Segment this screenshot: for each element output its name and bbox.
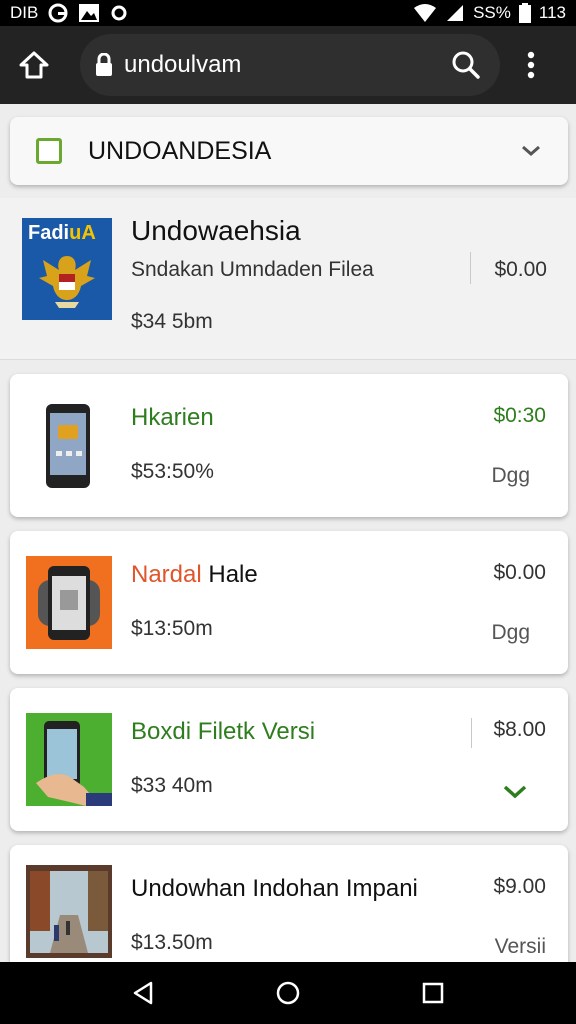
overflow-menu-button[interactable]: [518, 43, 544, 87]
featured-divider: [470, 252, 471, 284]
featured-item[interactable]: FadiuA Undowaehsia Sndakan Umndaden File…: [0, 198, 576, 360]
search-icon: [452, 51, 480, 79]
home-circle-icon: [276, 981, 300, 1005]
lock-icon: [96, 53, 112, 76]
filter-checkbox[interactable]: [36, 138, 62, 164]
recents-button[interactable]: [411, 971, 455, 1015]
home-nav-button[interactable]: [266, 971, 310, 1015]
g-icon: [48, 3, 68, 23]
item-title: Undowhan Indohan Impani: [131, 875, 418, 902]
home-button[interactable]: [12, 43, 56, 87]
item-price: $8.00: [493, 718, 546, 741]
featured-title: Undowaehsia: [131, 215, 301, 246]
more-vert-icon: [527, 51, 535, 79]
url-text: undoulvam: [124, 51, 242, 78]
search-button[interactable]: [446, 45, 486, 85]
wifi-icon: [413, 3, 437, 23]
status-bar: DIB SS% 113: [0, 0, 576, 26]
image-icon: [78, 3, 100, 23]
featured-price: $0.00: [494, 258, 547, 281]
circle-icon: [110, 4, 128, 22]
featured-amount: $34 5bm: [131, 310, 213, 333]
status-left-text: DIB: [10, 3, 39, 22]
item-price: $9.00: [493, 875, 546, 898]
item-extra: Dgg: [491, 621, 530, 644]
featured-logo-text: FadiuA: [28, 222, 96, 245]
featured-logo: FadiuA: [22, 218, 112, 320]
item-title-rest: Hale: [208, 561, 258, 588]
signal-icon: [445, 3, 465, 23]
url-field[interactable]: undoulvam: [80, 34, 500, 96]
list-item[interactable]: Nardal Hale $13:50m $0.00 Dgg: [10, 531, 568, 674]
item-extra: Dgg: [491, 464, 530, 487]
phone-orange-thumbnail: [26, 556, 112, 649]
battery-percent: SS%: [473, 3, 511, 22]
hand-phone-thumbnail: [26, 713, 112, 806]
chevron-down-icon[interactable]: [502, 784, 528, 800]
filter-label: UNDOANDESIA: [88, 136, 272, 165]
garuda-emblem-icon: [39, 256, 95, 308]
back-icon: [133, 981, 152, 1005]
phone-thumbnail: [46, 404, 90, 488]
filter-dropdown[interactable]: UNDOANDESIA: [10, 117, 568, 185]
browser-toolbar: undoulvam: [0, 26, 576, 104]
home-icon: [19, 51, 49, 79]
system-nav-bar: [0, 962, 576, 1024]
item-price: $0.00: [493, 561, 546, 584]
item-title: Nardal Hale: [131, 561, 258, 589]
logo-text-main: Fadi: [28, 222, 70, 244]
item-amount: $33 40m: [131, 774, 213, 797]
item-price: $0:30: [493, 404, 546, 427]
status-right: SS% 113: [413, 3, 566, 23]
item-amount: $13.50m: [131, 931, 213, 954]
battery-icon: [518, 3, 531, 23]
back-button[interactable]: [121, 971, 165, 1015]
featured-subtitle: Sndakan Umndaden Filea: [131, 258, 374, 281]
chevron-down-icon: [522, 145, 540, 156]
item-extra: Versii: [494, 935, 546, 958]
item-title: Boxdi Filetk Versi: [131, 718, 316, 745]
item-divider: [471, 718, 472, 748]
street-photo-thumbnail: [26, 865, 112, 958]
status-time: 113: [538, 3, 566, 22]
list-item[interactable]: Hkarien $53:50% $0:30 Dgg: [10, 374, 568, 517]
item-amount: $53:50%: [131, 460, 214, 483]
item-amount: $13:50m: [131, 617, 213, 640]
item-title: Hkarien: [131, 404, 214, 431]
list-item[interactable]: Boxdi Filetk Versi $33 40m $8.00: [10, 688, 568, 831]
recents-icon: [423, 982, 444, 1004]
logo-text-accent: uA: [69, 222, 96, 244]
status-left: DIB: [10, 3, 128, 23]
item-title-colored: Nardal: [131, 561, 202, 588]
